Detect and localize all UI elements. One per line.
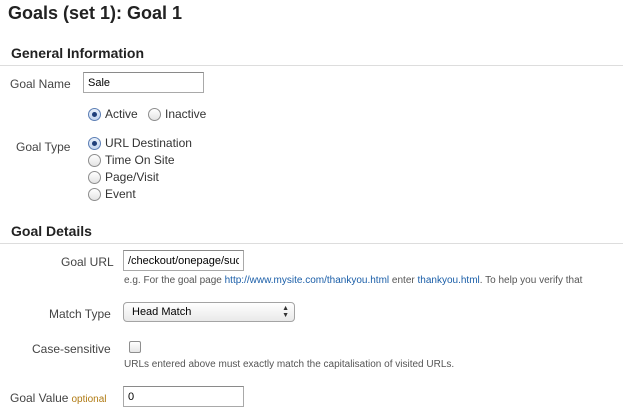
case-sensitive-checkbox[interactable] xyxy=(129,341,141,353)
goal-type-page-visit-label: Page/Visit xyxy=(105,170,159,184)
goal-url-hint: e.g. For the goal page http://www.mysite… xyxy=(124,275,582,286)
goal-details-header: Goal Details xyxy=(0,221,623,244)
goal-type-time-on-site-label: Time On Site xyxy=(105,153,175,167)
goal-type-event-radio[interactable]: Event xyxy=(88,187,136,201)
goal-value-optional-tag: optional xyxy=(71,394,107,405)
radio-checked-icon xyxy=(88,136,101,150)
radio-unchecked-icon xyxy=(88,153,101,167)
general-information-title: General Information xyxy=(11,45,145,61)
goal-type-label: Goal Type xyxy=(16,140,71,154)
goal-type-url-destination-label: URL Destination xyxy=(105,136,192,150)
goal-url-hint-path-link[interactable]: thankyou.html xyxy=(418,275,480,286)
radio-unchecked-icon xyxy=(88,170,101,184)
status-inactive-label: Inactive xyxy=(165,107,207,121)
general-information-header: General Information xyxy=(0,43,623,66)
match-type-label: Match Type xyxy=(49,307,111,321)
goal-value-input[interactable] xyxy=(123,386,244,407)
radio-unchecked-icon xyxy=(148,107,161,121)
radio-checked-icon xyxy=(88,107,101,121)
goal-value-label: Goal Value xyxy=(10,391,69,405)
goal-url-hint-prefix: e.g. For the goal page xyxy=(124,275,225,286)
match-type-select[interactable]: Head Match ▲ ▼ xyxy=(123,302,295,322)
goal-name-label: Goal Name xyxy=(10,77,71,91)
goal-url-hint-middle: enter xyxy=(389,275,418,286)
goal-type-url-destination-radio[interactable]: URL Destination xyxy=(88,136,192,150)
goal-name-input[interactable] xyxy=(83,72,204,93)
goal-type-event-label: Event xyxy=(105,187,136,201)
status-active-label: Active xyxy=(105,107,138,121)
status-inactive-radio[interactable]: Inactive xyxy=(148,107,206,121)
goal-url-hint-suffix: . To help you verify that xyxy=(479,275,583,286)
goal-type-time-on-site-radio[interactable]: Time On Site xyxy=(88,153,175,167)
goal-url-label: Goal URL xyxy=(61,255,114,269)
select-up-down-arrows-icon: ▲ ▼ xyxy=(282,305,289,319)
goal-url-input[interactable] xyxy=(123,250,244,271)
goal-type-page-visit-radio[interactable]: Page/Visit xyxy=(88,170,159,184)
radio-unchecked-icon xyxy=(88,187,101,201)
goal-details-title: Goal Details xyxy=(11,223,92,239)
case-sensitive-hint: URLs entered above must exactly match th… xyxy=(124,359,455,370)
goal-url-hint-example-link[interactable]: http://www.mysite.com/thankyou.html xyxy=(225,275,390,286)
page-title: Goals (set 1): Goal 1 xyxy=(8,3,183,23)
match-type-selected-value: Head Match xyxy=(132,306,192,318)
case-sensitive-label: Case-sensitive xyxy=(32,342,111,356)
goal-value-label-group: Goal Value optional xyxy=(10,391,107,405)
status-active-radio[interactable]: Active xyxy=(88,107,138,121)
